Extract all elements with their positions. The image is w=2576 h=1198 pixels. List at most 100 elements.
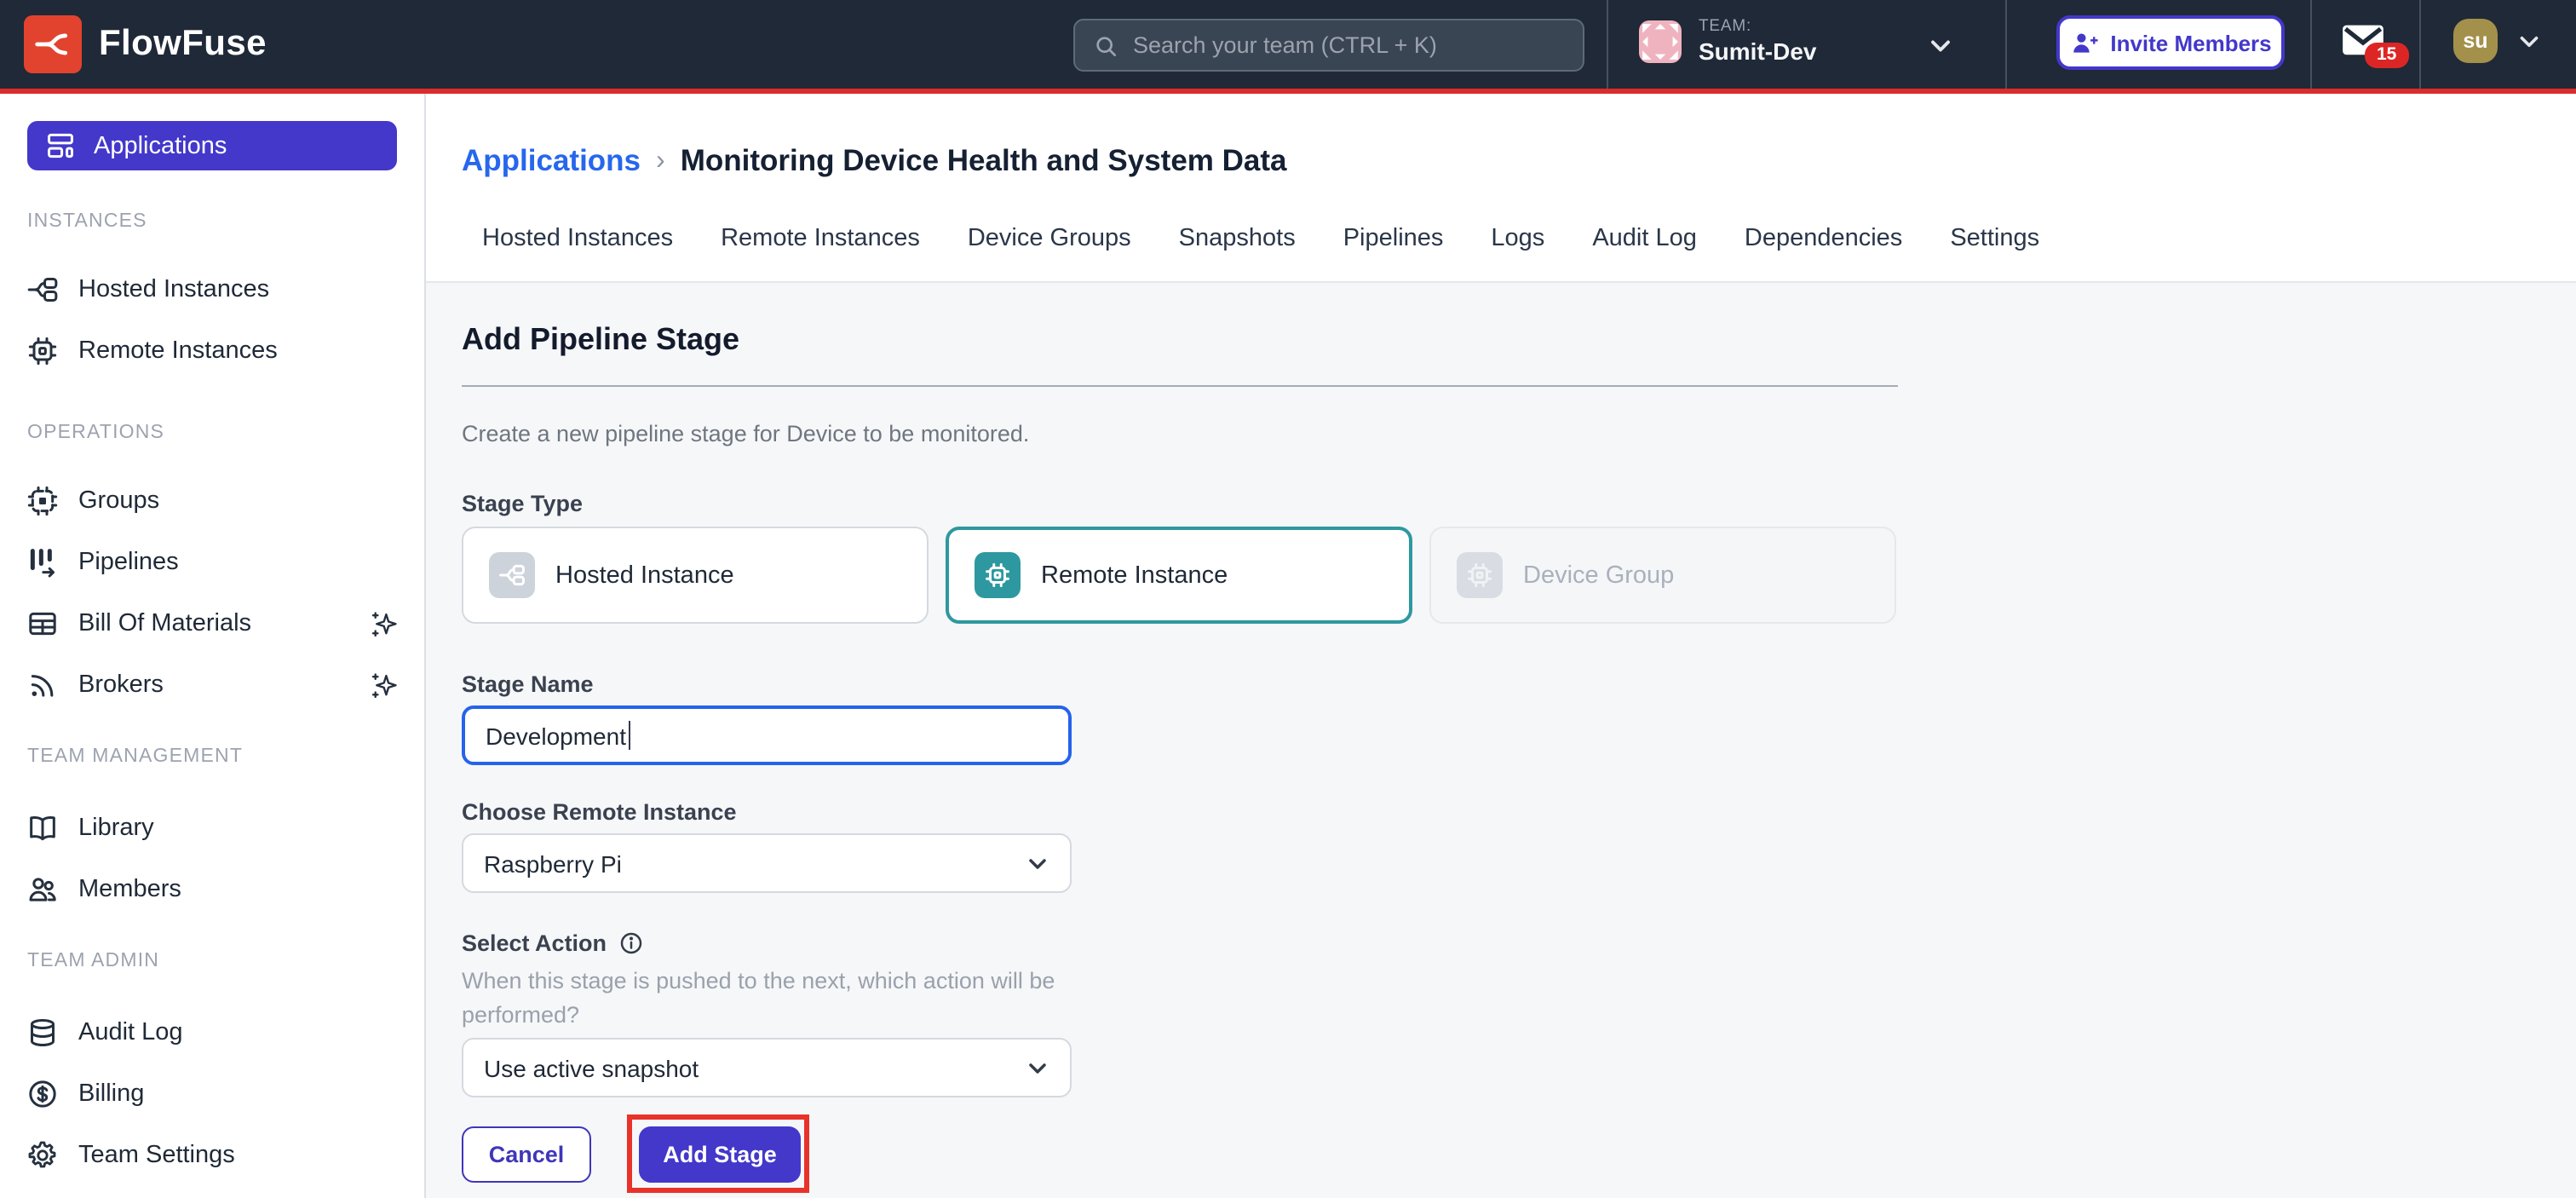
- sidebar: Applications INSTANCES Hosted Instances: [0, 94, 426, 1198]
- navbar-divider: [2419, 0, 2421, 89]
- team-search[interactable]: [1073, 19, 1584, 72]
- stage-name-input[interactable]: Development: [462, 706, 1072, 765]
- sidebar-item-label: Applications: [94, 132, 227, 159]
- info-icon[interactable]: [618, 930, 644, 956]
- sidebar-section-instances: INSTANCES: [27, 211, 424, 235]
- tab-hosted-instances[interactable]: Hosted Instances: [482, 218, 673, 259]
- logo-text: FlowFuse: [99, 24, 267, 65]
- stage-type-options: Hosted Instance Remote Instance: [462, 527, 1896, 624]
- select-action-label: Select Action: [462, 930, 607, 956]
- add-pipeline-stage-form: Add Pipeline Stage Create a new pipeline…: [426, 283, 2576, 1198]
- tab-logs[interactable]: Logs: [1491, 218, 1544, 259]
- add-stage-button[interactable]: Add Stage: [639, 1126, 801, 1183]
- brokers-icon: [26, 668, 60, 702]
- sidebar-item-label: Groups: [78, 487, 159, 515]
- stage-type-option-label: Remote Instance: [1041, 562, 1228, 589]
- page-title: Monitoring Device Health and System Data: [681, 143, 1287, 179]
- sparkles-icon: [368, 669, 400, 701]
- invite-members-button[interactable]: Invite Members: [2056, 15, 2285, 70]
- user-plus-icon: [2069, 28, 2098, 57]
- user-menu[interactable]: su: [2453, 19, 2544, 63]
- members-icon: [26, 873, 60, 907]
- stage-name-label: Stage Name: [462, 671, 594, 697]
- stage-name-value: Development: [486, 722, 626, 749]
- sidebar-item-label: Library: [78, 815, 154, 842]
- library-icon: [26, 811, 60, 845]
- sidebar-item-billing[interactable]: Billing: [0, 1063, 424, 1125]
- remote-instance-select[interactable]: Raspberry Pi: [462, 833, 1072, 893]
- top-navbar: FlowFuse TEAM: Sumit-De: [0, 0, 2576, 94]
- sidebar-item-library[interactable]: Library: [0, 798, 424, 859]
- chevron-down-icon[interactable]: [1925, 31, 1956, 61]
- stage-type-remote-instance[interactable]: Remote Instance: [946, 527, 1412, 624]
- content-header: Applications › Monitoring Device Health …: [426, 94, 2576, 283]
- sidebar-item-hosted-instances[interactable]: Hosted Instances: [0, 259, 424, 320]
- sidebar-item-team-settings[interactable]: Team Settings: [0, 1125, 424, 1186]
- team-label: TEAM:: [1699, 17, 1816, 36]
- form-actions: Cancel Add Stage: [462, 1126, 801, 1183]
- sidebar-item-label: Audit Log: [78, 1019, 183, 1046]
- sidebar-item-remote-instances[interactable]: Remote Instances: [0, 320, 424, 382]
- chevron-down-icon: [2515, 26, 2544, 55]
- sidebar-item-label: Pipelines: [78, 549, 179, 576]
- pipelines-icon: [26, 545, 60, 579]
- sidebar-item-applications[interactable]: Applications: [27, 121, 397, 170]
- cancel-button[interactable]: Cancel: [462, 1126, 591, 1183]
- stage-type-hosted-instance[interactable]: Hosted Instance: [462, 527, 929, 624]
- remote-instances-icon: [26, 334, 60, 368]
- chevron-down-icon: [1024, 1054, 1051, 1081]
- sidebar-section-team-admin: TEAM ADMIN: [27, 951, 424, 975]
- form-title: Add Pipeline Stage: [462, 322, 739, 358]
- form-divider: [462, 385, 1898, 387]
- sidebar-item-label: Billing: [78, 1080, 144, 1108]
- navbar-divider: [2005, 0, 2007, 89]
- stage-type-device-group: Device Group: [1429, 527, 1896, 624]
- breadcrumb: Applications › Monitoring Device Health …: [462, 143, 1287, 179]
- sparkles-icon: [368, 608, 400, 640]
- action-select[interactable]: Use active snapshot: [462, 1038, 1072, 1097]
- navbar-divider: [2310, 0, 2312, 89]
- tab-settings[interactable]: Settings: [1950, 218, 2039, 259]
- groups-icon: [26, 484, 60, 518]
- flowfuse-logo[interactable]: FlowFuse: [24, 15, 267, 73]
- flowfuse-app: FlowFuse TEAM: Sumit-De: [0, 0, 2576, 1198]
- navbar-divider: [1607, 0, 1608, 89]
- sidebar-item-members[interactable]: Members: [0, 859, 424, 920]
- applications-icon: [44, 130, 77, 162]
- invite-members-label: Invite Members: [2110, 30, 2271, 55]
- search-icon: [1092, 32, 1119, 59]
- tab-remote-instances[interactable]: Remote Instances: [721, 218, 920, 259]
- tab-snapshots[interactable]: Snapshots: [1179, 218, 1296, 259]
- tab-audit-log[interactable]: Audit Log: [1592, 218, 1697, 259]
- sidebar-item-label: Hosted Instances: [78, 276, 269, 303]
- hosted-instance-icon: [489, 552, 535, 598]
- choose-remote-instance-label: Choose Remote Instance: [462, 799, 737, 825]
- select-action-label-row: Select Action: [462, 930, 644, 956]
- flowfuse-logo-icon: [24, 15, 82, 73]
- breadcrumb-applications-link[interactable]: Applications: [462, 143, 641, 179]
- tab-pipelines[interactable]: Pipelines: [1343, 218, 1444, 259]
- sidebar-item-pipelines[interactable]: Pipelines: [0, 532, 424, 593]
- notifications-button[interactable]: 15: [2341, 22, 2389, 63]
- sidebar-item-brokers[interactable]: Brokers: [0, 654, 424, 716]
- sidebar-section-operations: OPERATIONS: [27, 423, 424, 446]
- form-description: Create a new pipeline stage for Device t…: [462, 421, 1029, 446]
- search-input[interactable]: [1133, 32, 1566, 58]
- sidebar-section-team-management: TEAM MANAGEMENT: [27, 746, 424, 770]
- sidebar-item-groups[interactable]: Groups: [0, 470, 424, 532]
- remote-instance-value: Raspberry Pi: [484, 850, 622, 877]
- tab-dependencies[interactable]: Dependencies: [1745, 218, 1902, 259]
- sidebar-item-label: Members: [78, 876, 181, 903]
- team-selector[interactable]: TEAM: Sumit-Dev: [1639, 17, 1816, 65]
- application-tabs: Hosted Instances Remote Instances Device…: [482, 218, 2039, 259]
- billing-icon: [26, 1077, 60, 1111]
- team-name: Sumit-Dev: [1699, 37, 1816, 65]
- sidebar-item-label: Brokers: [78, 671, 164, 699]
- main-content: Applications › Monitoring Device Health …: [426, 94, 2576, 1198]
- notification-badge: 15: [2365, 43, 2408, 67]
- audit-log-icon: [26, 1016, 60, 1050]
- tab-device-groups[interactable]: Device Groups: [968, 218, 1131, 259]
- sidebar-item-bill-of-materials[interactable]: Bill Of Materials: [0, 593, 424, 654]
- action-value: Use active snapshot: [484, 1054, 699, 1081]
- sidebar-item-audit-log[interactable]: Audit Log: [0, 1002, 424, 1063]
